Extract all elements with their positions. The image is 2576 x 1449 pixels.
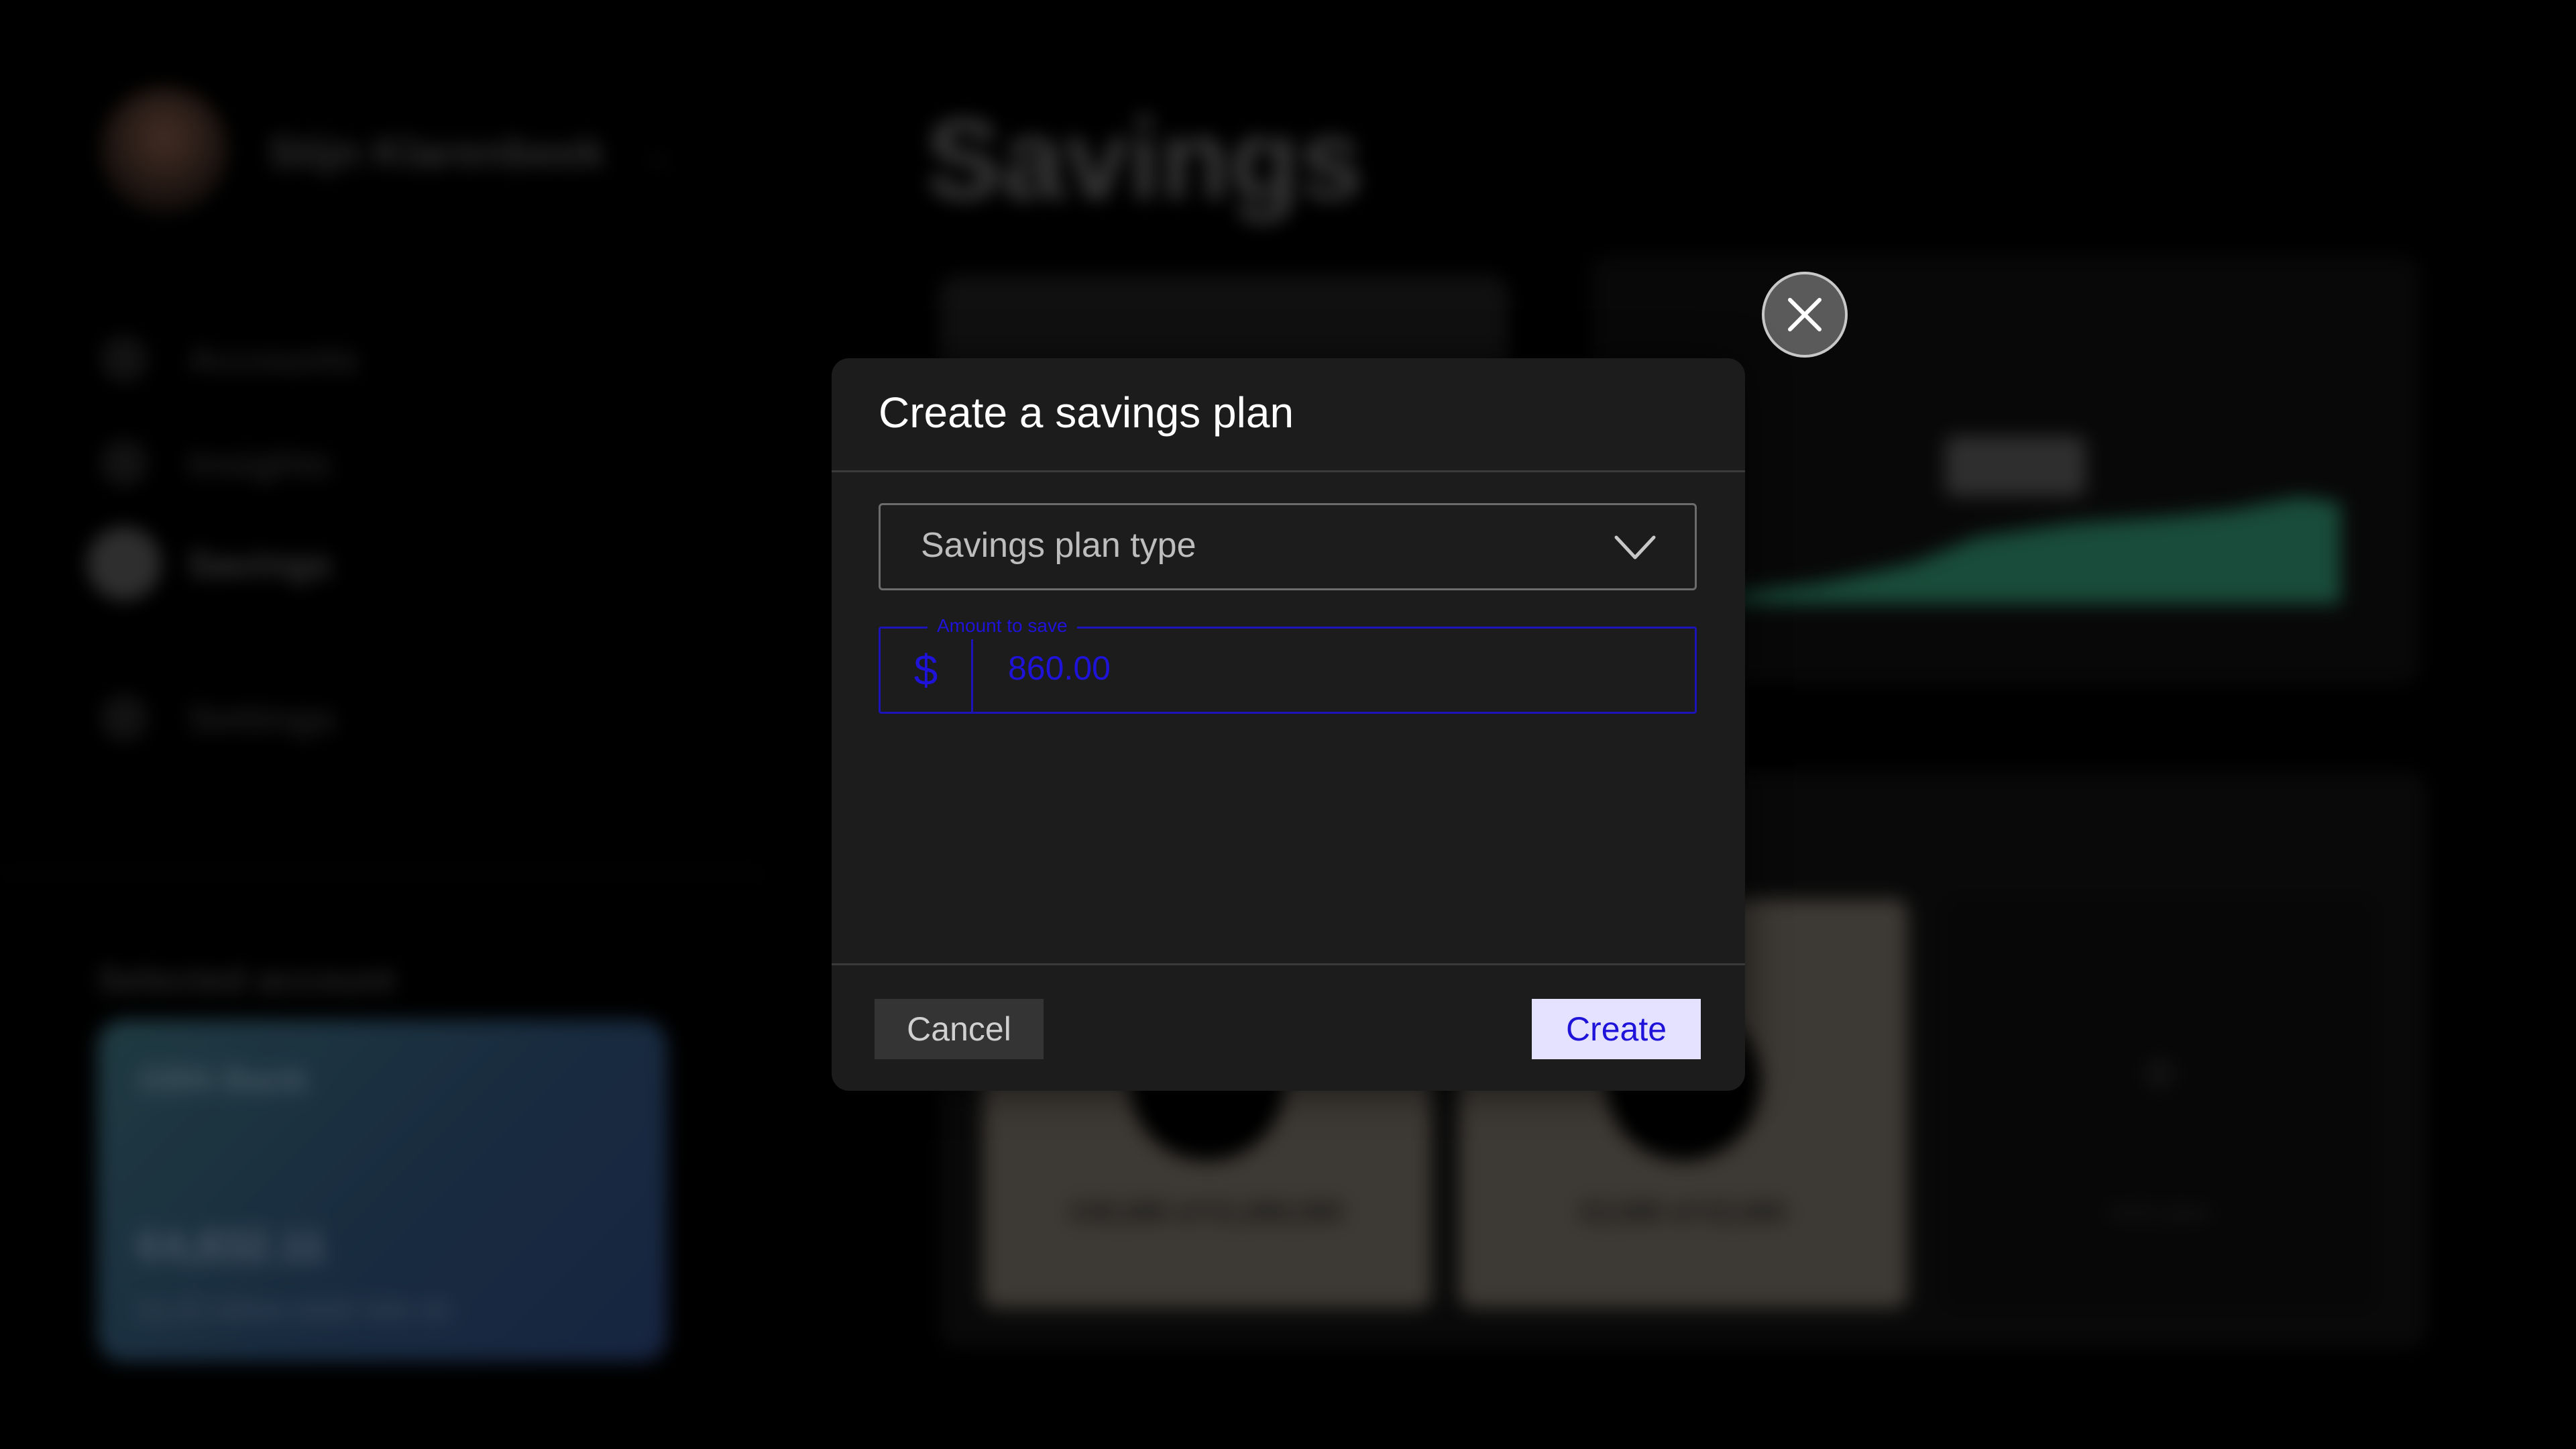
account-card: ABN Bank €4,832.11 NL45 ABNA 0000 000 00 — [97, 1020, 667, 1362]
page-title: Savings — [926, 96, 1363, 223]
plus-icon: + — [2135, 1028, 2184, 1118]
sidebar-item-label: Savings — [188, 542, 332, 585]
amount-field-label: Amount to save — [928, 612, 1077, 639]
savings-plan-type-select[interactable]: Savings plan type — [879, 503, 1697, 590]
amount-input[interactable]: 860.00 — [1008, 649, 1111, 688]
currency-prefix: $ — [881, 629, 973, 712]
sidebar-item-insights: Insights — [101, 426, 570, 500]
plan-progress-label: €2,000 of €2,000 — [1581, 1197, 1786, 1227]
avatar — [101, 87, 228, 215]
close-modal-button[interactable] — [1762, 272, 1848, 358]
savings-area-chart — [1697, 496, 2341, 604]
chart-icon — [101, 439, 148, 486]
create-button[interactable]: Create — [1532, 999, 1701, 1059]
card-balance: €4,832.11 — [137, 1222, 327, 1270]
wallet-icon — [101, 335, 148, 382]
amount-to-save-field[interactable]: $ Amount to save 860.00 — [879, 612, 1697, 714]
piggy-bank-icon — [87, 527, 161, 600]
dialog-header: Create a savings plan — [832, 358, 1745, 472]
card-number: NL45 ABNA 0000 000 00 — [137, 1295, 451, 1326]
chevron-down-icon — [1614, 535, 1656, 559]
sidebar-item-savings: Savings — [87, 527, 570, 600]
close-icon — [1788, 298, 1822, 331]
chevron-down-icon: ⌄ — [644, 135, 672, 172]
gear-icon — [101, 694, 148, 741]
savings-plan-type-placeholder: Savings plan type — [921, 526, 1196, 565]
sidebar-item-label: Settings — [188, 696, 336, 739]
selected-account-label: Selected account — [97, 960, 396, 1000]
app-screen: Stijn Klarenbeek ⌄ Accounts Insights Sav… — [0, 0, 2576, 1449]
plan-progress-label: €45,000 of €1,000,000 — [1071, 1197, 1343, 1227]
add-plan-tile: + Add plan — [1945, 899, 2374, 1308]
sidebar-item-settings: Settings — [101, 681, 570, 755]
sidebar-item-label: Insights — [188, 441, 332, 484]
create-savings-plan-dialog: Create a savings plan Savings plan type … — [832, 358, 1745, 1091]
sidebar-item-accounts: Accounts — [101, 322, 570, 396]
sidebar-divider — [0, 872, 765, 875]
cancel-button[interactable]: Cancel — [875, 999, 1044, 1059]
sidebar-item-label: Accounts — [188, 337, 359, 380]
add-plan-label: Add plan — [2107, 1197, 2213, 1227]
card-bank: ABN Bank — [137, 1061, 309, 1099]
dialog-footer: Cancel Create — [832, 963, 1745, 1091]
dialog-title: Create a savings plan — [879, 388, 1294, 437]
user-name: Stijn Klarenbeek — [268, 128, 605, 176]
